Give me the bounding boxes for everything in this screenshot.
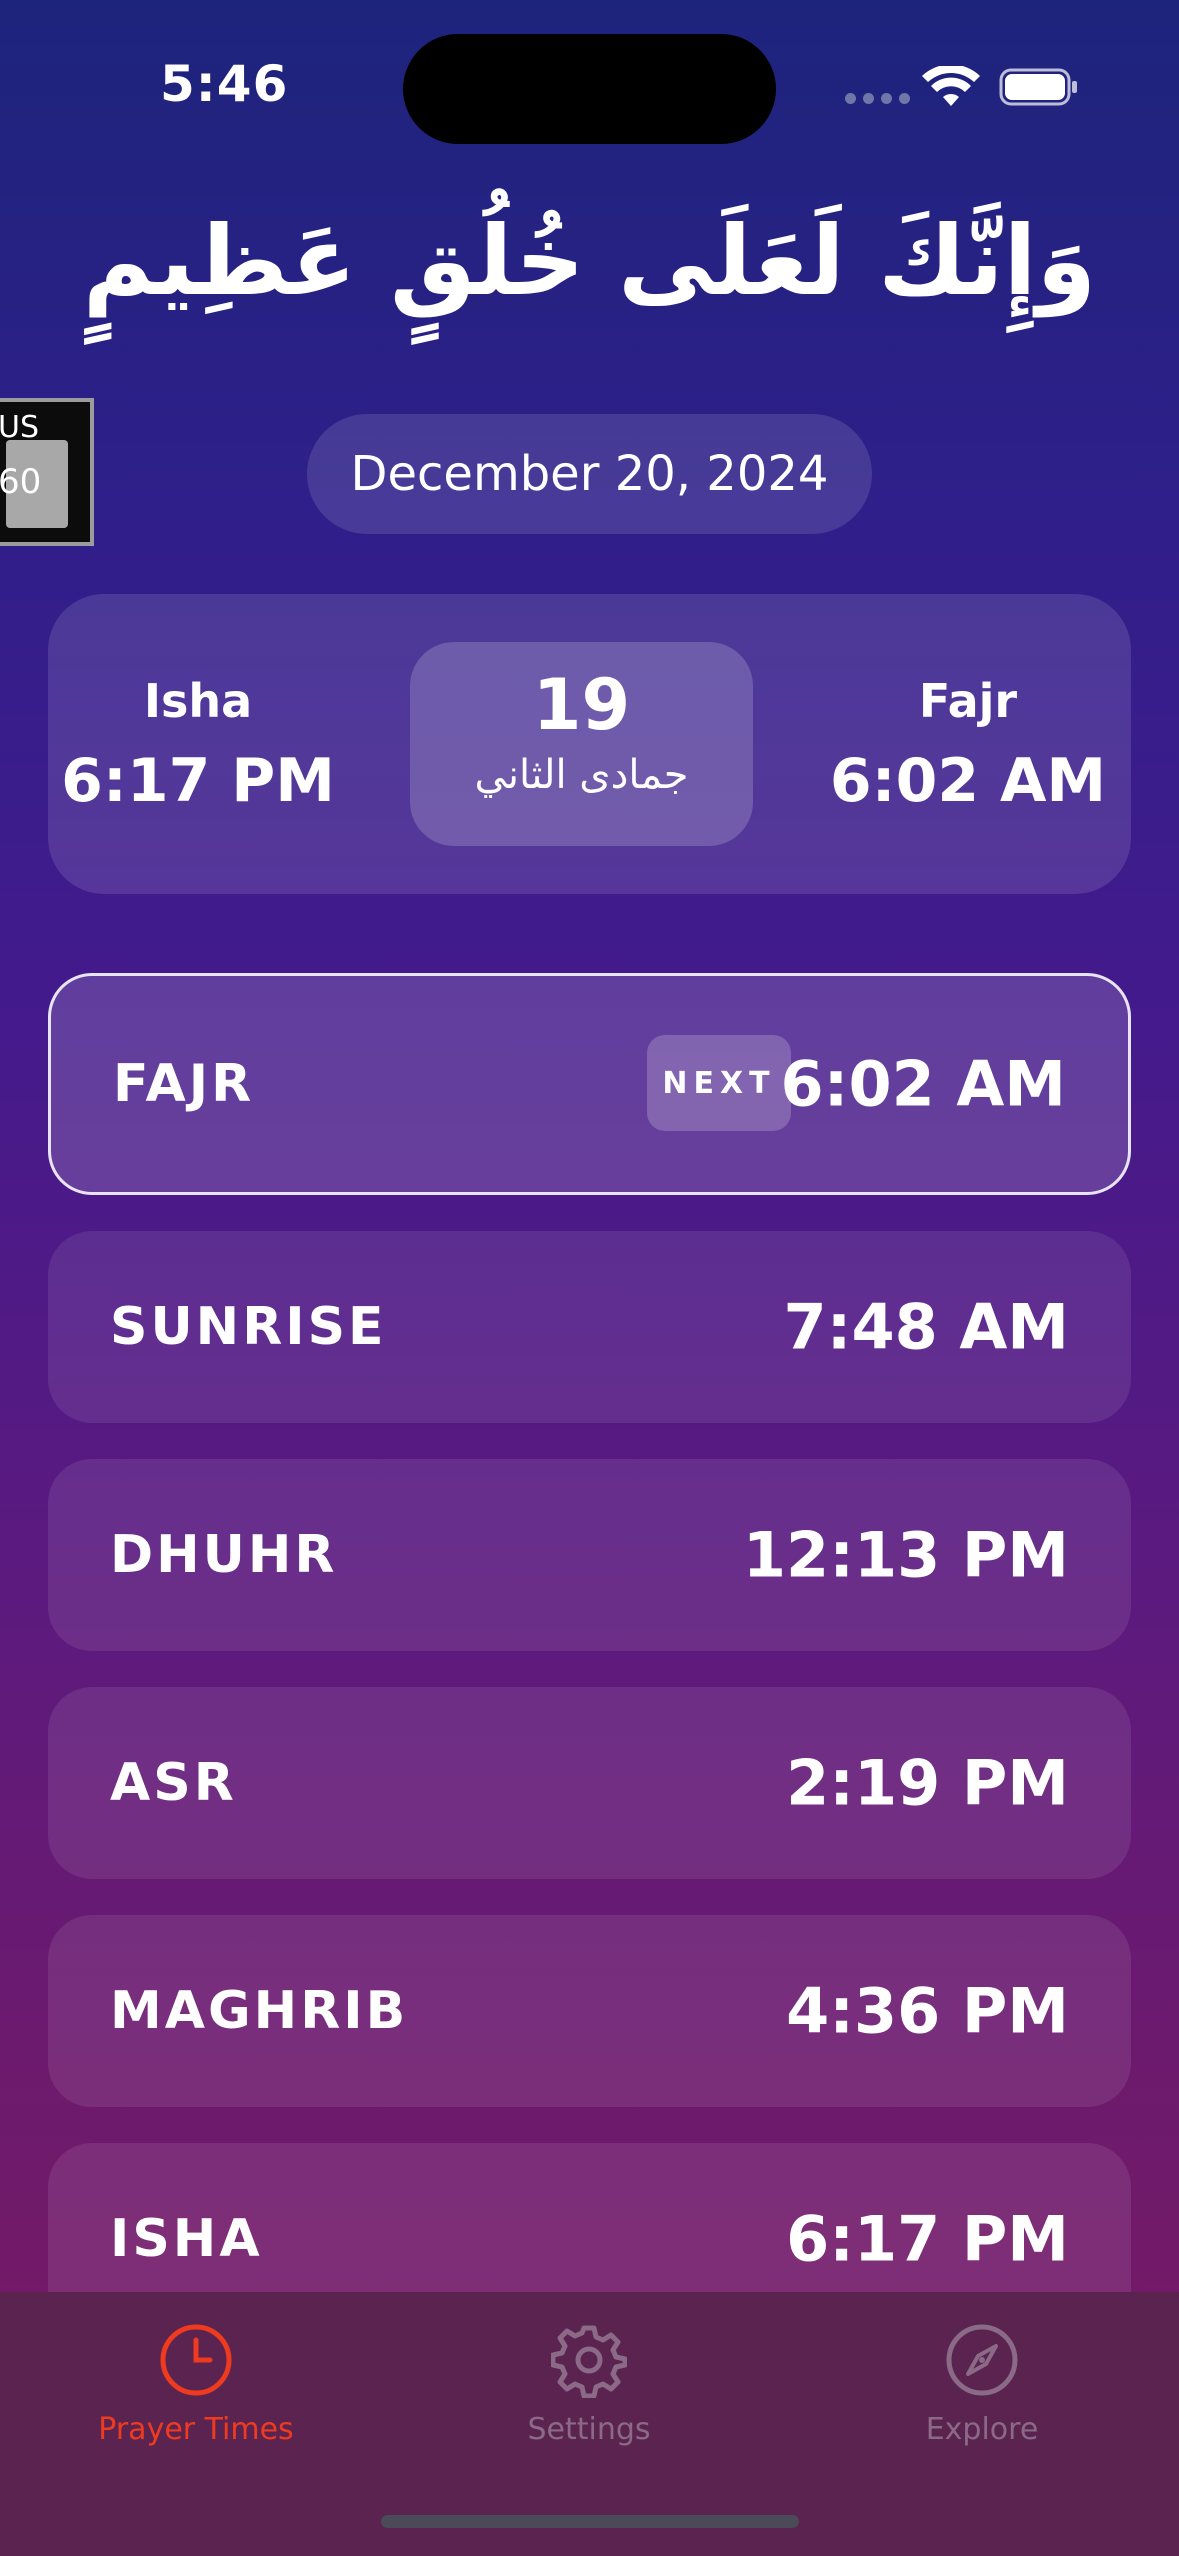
prayer-name: MAGHRIB bbox=[110, 1981, 409, 2041]
previous-prayer: Isha 6:17 PM bbox=[48, 674, 348, 816]
prayer-time: 12:13 PM bbox=[742, 1518, 1069, 1592]
date-pill[interactable]: December 20, 2024 bbox=[307, 414, 872, 534]
prayer-time: 7:48 AM bbox=[783, 1290, 1069, 1364]
clock-icon bbox=[160, 2324, 232, 2396]
prayer-name: FAJR bbox=[113, 1054, 255, 1114]
next-prayer: Fajr 6:02 AM bbox=[818, 674, 1118, 816]
tab-label: Settings bbox=[527, 2412, 651, 2447]
previous-prayer-time: 6:17 PM bbox=[61, 746, 335, 816]
status-time: 5:46 bbox=[160, 55, 289, 113]
hijri-month: جمادى الثاني bbox=[474, 752, 689, 798]
hijri-day: 19 bbox=[532, 664, 631, 746]
prayer-row-sunrise[interactable]: SUNRISE 7:48 AM bbox=[48, 1231, 1131, 1423]
wifi-icon bbox=[922, 66, 980, 106]
prayer-row-asr[interactable]: ASR 2:19 PM bbox=[48, 1687, 1131, 1879]
next-prayer-name: Fajr bbox=[918, 674, 1018, 728]
prayer-summary-card: Isha 6:17 PM 19 جمادى الثاني Fajr 6:02 A… bbox=[48, 594, 1131, 894]
tab-prayer-times[interactable]: Prayer Times bbox=[46, 2322, 346, 2447]
next-badge: NEXT bbox=[647, 1035, 791, 1131]
prayer-row-maghrib[interactable]: MAGHRIB 4:36 PM bbox=[48, 1915, 1131, 2107]
prayer-name: DHUHR bbox=[110, 1525, 338, 1585]
prayer-name: SUNRISE bbox=[110, 1297, 387, 1357]
home-indicator bbox=[381, 2515, 799, 2528]
tab-settings[interactable]: Settings bbox=[439, 2322, 739, 2447]
floating-widget[interactable]: US 60 bbox=[0, 398, 94, 546]
hijri-date: 19 جمادى الثاني bbox=[410, 642, 753, 846]
prayer-time: 6:17 PM bbox=[786, 2202, 1069, 2276]
prayer-time: 6:02 AM bbox=[780, 1047, 1066, 1121]
next-prayer-time: 6:02 AM bbox=[829, 746, 1107, 816]
cellular-signal-icon bbox=[845, 93, 910, 104]
tab-explore[interactable]: Explore bbox=[832, 2322, 1132, 2447]
tab-label: Prayer Times bbox=[98, 2412, 294, 2447]
prayer-name: ISHA bbox=[110, 2209, 263, 2269]
arabic-verse-title: وَإِنَّكَ لَعَلَى خُلُقٍ عَظِيمٍ bbox=[82, 205, 1097, 317]
dynamic-island bbox=[403, 34, 776, 144]
previous-prayer-name: Isha bbox=[143, 674, 253, 728]
battery-icon bbox=[999, 68, 1077, 106]
tab-label: Explore bbox=[925, 2412, 1039, 2447]
prayer-time: 4:36 PM bbox=[786, 1974, 1069, 2048]
prayer-row-dhuhr[interactable]: DHUHR 12:13 PM bbox=[48, 1459, 1131, 1651]
prayer-name: ASR bbox=[110, 1753, 237, 1813]
prayer-time: 2:19 PM bbox=[786, 1746, 1069, 1820]
prayer-row-fajr[interactable]: FAJR NEXT 6:02 AM bbox=[48, 973, 1131, 1195]
widget-bottom-text: 60 bbox=[0, 462, 42, 502]
gear-icon bbox=[551, 2325, 627, 2398]
compass-icon bbox=[946, 2324, 1018, 2396]
